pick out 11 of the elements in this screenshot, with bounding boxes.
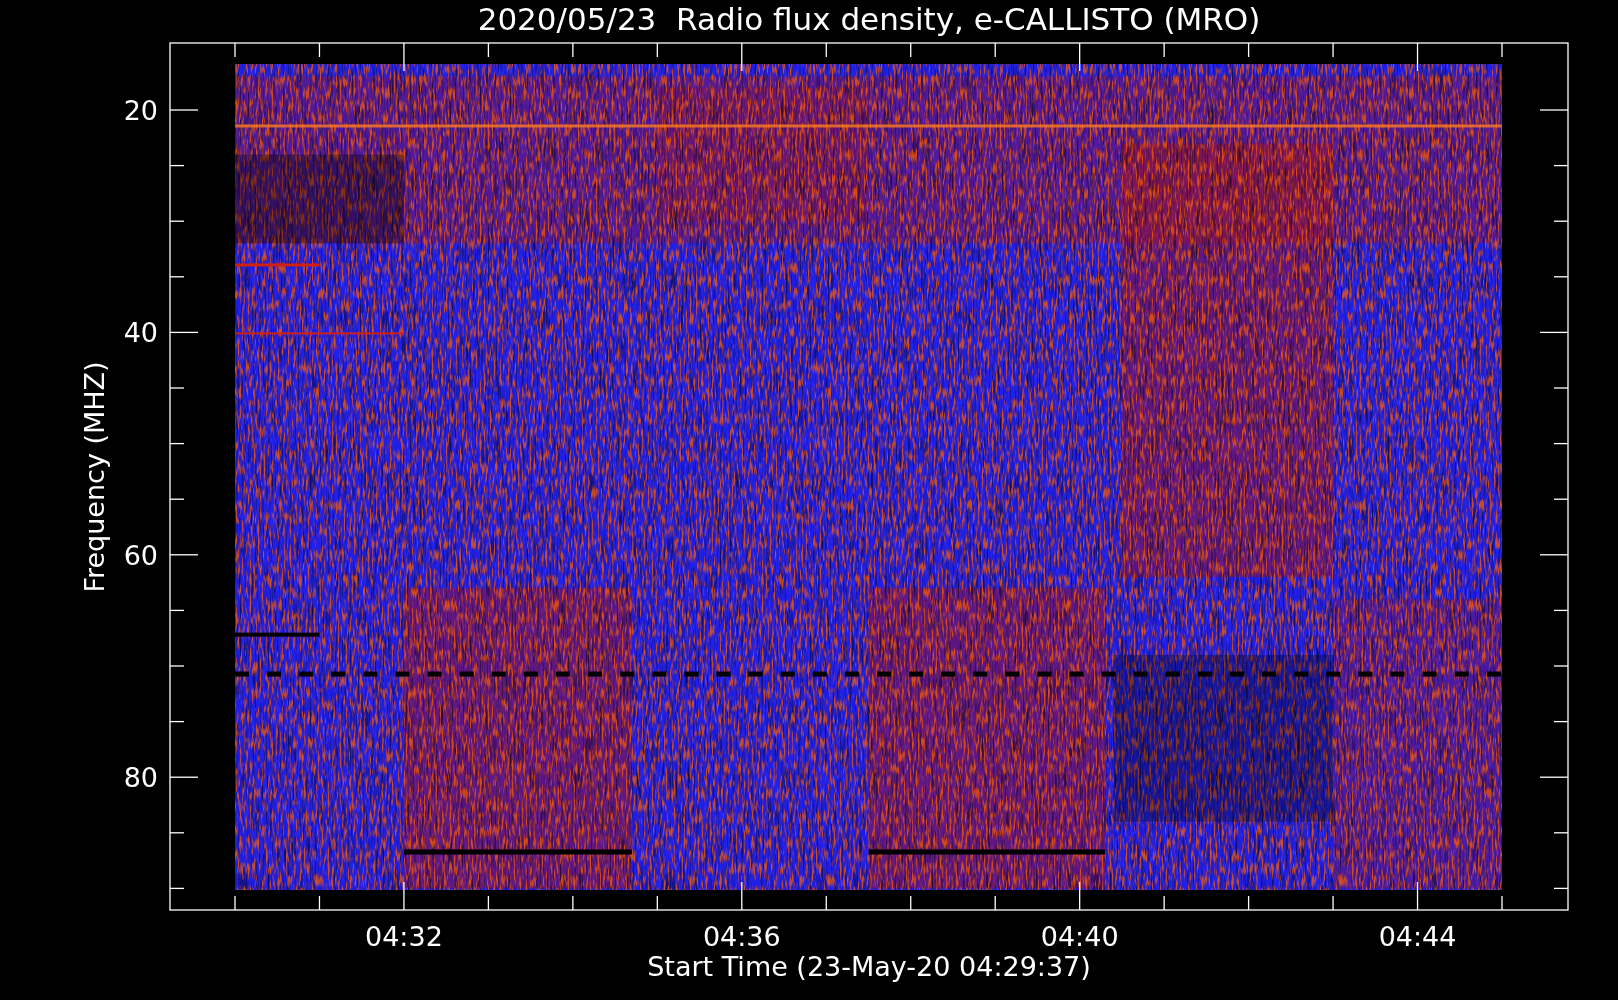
y-tick-label: 20 [123,95,158,126]
y-axis-title: Frequency (MHZ) [79,361,110,593]
x-tick-label: 04:44 [1378,921,1457,952]
x-tick-label: 04:36 [702,921,781,952]
x-axis-title: Start Time (23-May-20 04:29:37) [647,951,1091,982]
x-tick-label: 04:32 [365,921,443,952]
y-tick-label: 40 [123,317,158,349]
y-tick-label: 60 [123,539,158,571]
x-tick-label: 04:40 [1040,921,1119,952]
chart-title: 2020/05/23 Radio flux density, e-CALLISTO (MRO) [477,1,1261,37]
y-tick-label: 80 [123,762,158,794]
